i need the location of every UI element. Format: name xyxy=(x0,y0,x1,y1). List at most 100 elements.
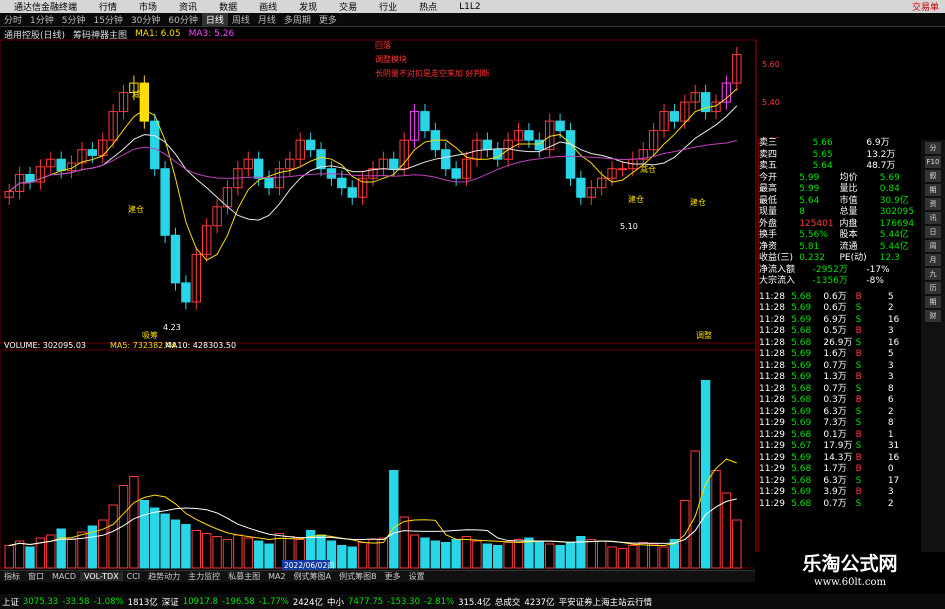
tab-cci[interactable]: CCI xyxy=(123,572,145,581)
tick-cell: 5.68 xyxy=(791,291,812,302)
tick-cell: S xyxy=(855,303,862,313)
quote-cell: 卖四 xyxy=(759,149,778,160)
tab-window[interactable]: 窗口 xyxy=(24,571,48,582)
function-sidebar: 分 F10 叙期资讯日周月九历期财 xyxy=(921,140,945,570)
candle-body xyxy=(555,120,565,132)
watermark-brand: 乐淘公式网 xyxy=(802,553,898,575)
tick-cell: 17.9万 xyxy=(823,441,853,451)
sidebar-button[interactable]: 分 xyxy=(925,142,941,154)
quote-row: 最高 5.99 量比 0.84 xyxy=(759,184,920,196)
volume-bar xyxy=(565,542,576,569)
tick-row: 11:29 5.67 17.9万 S 31 xyxy=(759,441,920,453)
tick-cell: 11:29 xyxy=(759,464,785,474)
quote-cell: -17% xyxy=(866,264,890,275)
tick-cell: 16 xyxy=(887,452,900,463)
sh-name[interactable]: 上证 xyxy=(0,596,21,608)
sidebar-button[interactable]: 月 xyxy=(925,254,941,266)
tick-cell: 0.5万 xyxy=(823,326,847,336)
tick-cell: B xyxy=(855,291,862,302)
sidebar-button[interactable]: 财 xyxy=(925,310,941,322)
tick-cell: B xyxy=(855,452,862,463)
tick-cell: 5.69 xyxy=(791,314,812,325)
sidebar-button[interactable]: 期 xyxy=(925,296,941,308)
candle-body xyxy=(160,168,170,236)
candle-body xyxy=(617,168,628,171)
candle-body xyxy=(305,139,316,151)
tab-indicator[interactable]: 指标 xyxy=(0,571,24,582)
tab-macd[interactable]: MACD xyxy=(48,572,80,581)
tick-row: 11:29 5.68 0.7万 S 2 xyxy=(759,499,920,511)
tick-cell: 3 xyxy=(887,326,894,336)
tick-cell: 11:28 xyxy=(759,291,785,302)
tick-cell: S xyxy=(855,383,862,394)
tab-chip-a[interactable]: 例式筹图A xyxy=(290,571,335,582)
volume-bar xyxy=(253,540,264,569)
candle-body xyxy=(170,234,181,284)
volume-bar xyxy=(451,539,461,569)
candle-body xyxy=(264,177,274,189)
candle-body xyxy=(451,168,461,179)
tick-cell: 0.6万 xyxy=(823,291,847,302)
tick-cell: 11:29 xyxy=(759,452,785,463)
candle-body xyxy=(524,130,534,141)
tick-cell: 11:28 xyxy=(759,337,785,348)
tick-cell: 11:29 xyxy=(759,441,785,451)
sidebar-button[interactable]: 讯 xyxy=(925,212,941,224)
tab-ma2[interactable]: MA2 xyxy=(264,572,289,581)
volume-bar xyxy=(337,545,347,569)
sidebar-button[interactable]: 资 xyxy=(925,198,941,210)
tick-row: 11:29 5.69 3.9万 B 3 xyxy=(759,487,920,499)
quote-cell: 股本 xyxy=(839,230,858,240)
tick-cell: B xyxy=(855,464,862,474)
sidebar-button[interactable]: 叙 xyxy=(925,170,941,182)
date-cursor: 2022/06/02四 xyxy=(284,561,335,570)
tick-cell: S xyxy=(855,337,862,348)
tab-more[interactable]: 更多 xyxy=(381,571,405,582)
annotation-1: 回落 xyxy=(375,40,391,50)
sidebar-button[interactable]: 周 xyxy=(925,240,941,252)
sidebar-button[interactable]: 九 xyxy=(925,268,941,280)
volume-bar xyxy=(264,543,274,569)
sidebar-button[interactable]: 历 xyxy=(925,282,941,294)
quote-cell: 0.232 xyxy=(799,253,826,263)
quote-row: 换手 5.56% 股本 5.44亿 xyxy=(759,230,920,242)
tick-cell: S xyxy=(855,314,862,325)
tab-chip-b[interactable]: 例式筹图B xyxy=(335,571,381,582)
tick-row: 11:29 5.69 6.3万 S 2 xyxy=(759,407,920,419)
tick-cell: S xyxy=(855,406,862,417)
tick-cell: 8 xyxy=(887,383,894,394)
tab-main-monitor[interactable]: 主力监控 xyxy=(184,571,224,582)
sidebar-button[interactable]: 期 xyxy=(925,184,941,196)
quote-panel: 卖三 5.66 6.9万 卖四 5.65 13.2万 卖五 5.64 48.7万 今开 5.99 均价… xyxy=(758,138,920,568)
candle-body xyxy=(56,158,66,172)
tick-cell: 31 xyxy=(887,441,900,451)
tick-row: 11:28 5.69 1.6万 B 5 xyxy=(759,349,920,361)
signal-build-1: 建仓 xyxy=(128,204,144,214)
zx-name[interactable]: 中小 xyxy=(325,596,346,608)
tab-trend[interactable]: 趋势动力 xyxy=(144,571,184,582)
tick-cell: 5.68 xyxy=(791,383,812,394)
quote-cell: 均价 xyxy=(839,172,858,183)
quote-cell: 流通 xyxy=(839,241,858,252)
candle-body xyxy=(181,282,191,303)
sidebar-button[interactable]: 日 xyxy=(925,226,941,238)
tick-cell: 2 xyxy=(887,498,894,509)
tick-cell: 6.3万 xyxy=(823,475,847,486)
quote-cell: 13.2万 xyxy=(866,149,896,160)
tab-private[interactable]: 私募主图 xyxy=(224,571,264,582)
candle-body xyxy=(420,111,430,132)
sidebar-button[interactable]: F10 xyxy=(925,156,941,168)
sz-name[interactable]: 深证 xyxy=(160,596,181,608)
zx-change: -153.30 xyxy=(387,596,420,607)
quote-cell: 市值 xyxy=(839,195,858,206)
tab-vol-tdx[interactable]: VOL-TDX xyxy=(79,572,123,581)
total-label: 总成交 xyxy=(494,597,521,608)
sh-pct: -1.08% xyxy=(93,596,124,607)
tick-cell: 5.68 xyxy=(791,395,812,405)
tick-cell: 5.69 xyxy=(791,372,812,382)
tick-cell: 6.9万 xyxy=(823,314,847,325)
tab-settings[interactable]: 设置 xyxy=(405,571,429,582)
quote-row: 净流入额 -2952万 -17% xyxy=(759,265,920,277)
tick-row: 11:29 5.69 14.3万 B 16 xyxy=(759,453,920,465)
volume-bar xyxy=(493,545,503,569)
